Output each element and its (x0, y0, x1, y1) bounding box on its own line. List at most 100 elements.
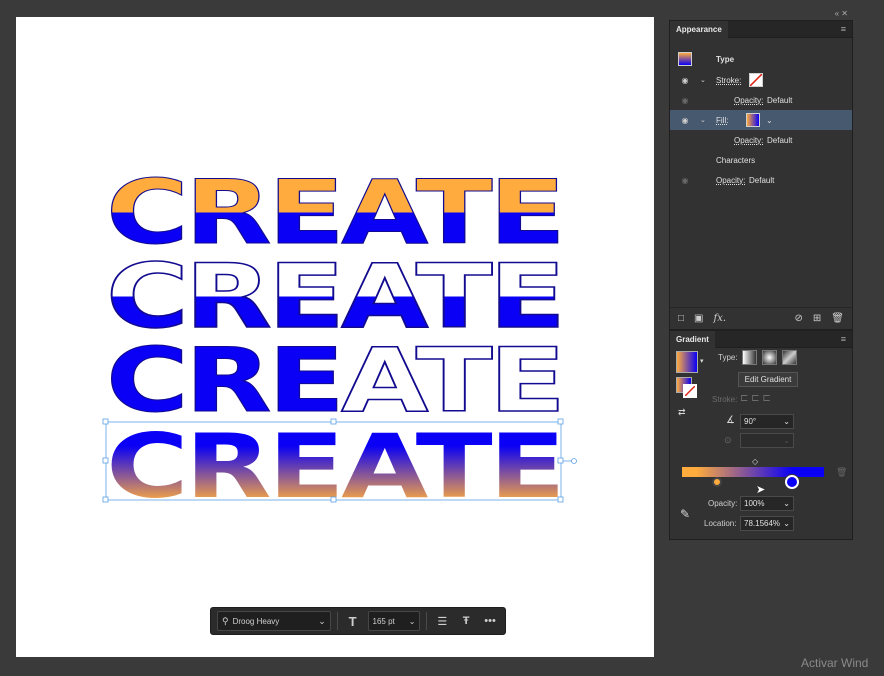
activation-watermark: Activar Wind (801, 656, 869, 670)
divider (336, 612, 338, 630)
opacity-label[interactable]: Opacity: (716, 176, 745, 185)
appearance-bottom-toolbar: □ ▣ fx. ⊘ ⊞ 🗑 (670, 307, 852, 329)
selection-handle[interactable] (330, 418, 337, 425)
fx-icon[interactable]: fx. (714, 313, 727, 324)
chevron-down-icon[interactable]: ⌄ (700, 116, 706, 124)
create-row-2: CREATE (106, 245, 562, 348)
selection-handle[interactable] (557, 457, 564, 464)
trash-icon[interactable]: 🗑 (836, 467, 847, 478)
reverse-gradient-icon[interactable]: ⇄ (678, 407, 686, 418)
opacity-value: 100% (744, 499, 765, 508)
selection-handle[interactable] (557, 496, 564, 503)
trash-icon[interactable]: 🗑 (831, 313, 844, 324)
font-family-value: Droog Heavy (232, 616, 280, 626)
eyedropper-icon[interactable]: ✎ (680, 507, 690, 521)
aspect-ratio-icon: ⊙ (724, 435, 732, 445)
aspect-ratio-field[interactable]: ⌄ (740, 433, 794, 448)
appearance-opacity-row[interactable]: ◉ Opacity: Default (670, 170, 852, 190)
chevron-down-icon[interactable]: ⌄ (318, 616, 326, 627)
tab-gradient[interactable]: Gradient (670, 330, 715, 348)
collapse-close-icons[interactable]: « ✕ (835, 9, 848, 18)
appearance-fill-opacity-row[interactable]: Opacity: Default (670, 130, 852, 150)
appearance-panel: Appearance ≡ « ✕ Type ◉ ⌄ Stroke: ◉ Opac… (669, 9, 853, 330)
rotate-handle[interactable] (571, 458, 577, 464)
panel-menu-icon[interactable]: ≡ (841, 24, 846, 34)
search-icon: ⚲ (222, 615, 229, 626)
create-artwork[interactable]: CREATE CREATE CREATE CREATE CREATE (16, 17, 654, 657)
angle-icon: ∡ (726, 415, 735, 426)
characters-label[interactable]: Characters (716, 156, 755, 165)
add-stroke-icon[interactable]: □ (678, 313, 684, 324)
gradient-slider[interactable] (682, 467, 824, 477)
freeform-gradient-button[interactable] (782, 350, 797, 365)
panel-menu-icon[interactable]: ≡ (841, 334, 846, 344)
artboard[interactable]: CREATE CREATE CREATE CREATE CREATE (16, 17, 654, 657)
fill-opacity-value: Default (767, 135, 793, 145)
chevron-down-icon[interactable]: ⌄ (783, 436, 790, 445)
appearance-tab-bar: Appearance ≡ (670, 20, 852, 38)
appearance-fill-row[interactable]: ◉ ⌄ Fill: ⌄ (670, 110, 852, 130)
chevron-down-icon[interactable]: ⌄ (783, 417, 790, 426)
location-field[interactable]: 78.1564% ⌄ (740, 516, 794, 531)
add-fill-icon[interactable]: ▣ (694, 313, 703, 324)
chevron-down-icon[interactable]: ▾ (700, 357, 704, 365)
selection-handle[interactable] (102, 418, 109, 425)
font-size-field[interactable]: 165 pt ⌄ (367, 611, 421, 631)
selection-handle[interactable] (102, 496, 109, 503)
tab-appearance[interactable]: Appearance (670, 20, 728, 38)
angle-field[interactable]: 90° ⌄ (740, 414, 794, 429)
cursor-pointer-icon: ➤ (756, 484, 766, 496)
stroke-opacity-value: Default (767, 95, 793, 105)
edit-gradient-button[interactable]: Edit Gradient (738, 372, 798, 387)
opacity-value: Default (749, 175, 775, 185)
visibility-eye-icon[interactable]: ◉ (679, 96, 691, 105)
appearance-stroke-opacity-row[interactable]: ◉ Opacity: Default (670, 90, 852, 110)
contextual-task-bar: ⚲ Droog Heavy ⌄ T 165 pt ⌄ ☰ Ŧ ••• (210, 607, 506, 635)
gradient-preview-swatch[interactable] (676, 351, 698, 373)
fill-opacity-label[interactable]: Opacity: (734, 136, 763, 145)
duplicate-item-icon[interactable]: ⊞ (813, 313, 821, 324)
appearance-type-row[interactable]: Type (670, 49, 852, 69)
radial-gradient-button[interactable] (762, 350, 777, 365)
visibility-eye-icon[interactable]: ◉ (679, 76, 691, 85)
fill-label[interactable]: Fill: (716, 116, 728, 125)
chevron-down-icon[interactable]: ⌄ (783, 499, 790, 508)
none-slash-icon (684, 385, 696, 397)
linear-gradient-button[interactable] (742, 350, 757, 365)
chevron-down-icon[interactable]: ⌄ (409, 617, 416, 626)
divider (426, 612, 428, 630)
chevron-down-icon[interactable]: ⌄ (783, 519, 790, 528)
appearance-characters-row[interactable]: Characters (670, 150, 852, 170)
create-row-4: CREATE (106, 415, 562, 518)
stroke-label[interactable]: Stroke: (716, 76, 741, 85)
paragraph-icon[interactable]: ☰ (433, 611, 451, 631)
selection-handle[interactable] (557, 418, 564, 425)
more-icon[interactable]: ••• (481, 611, 499, 631)
angle-value: 90° (744, 417, 757, 426)
visibility-eye-icon[interactable]: ◉ (679, 176, 691, 185)
stroke-none-swatch[interactable] (749, 73, 763, 87)
selection-handle[interactable] (330, 496, 337, 503)
opacity-field[interactable]: 100% ⌄ (740, 496, 794, 511)
type-options-icon[interactable]: Ŧ (457, 611, 475, 631)
opacity-label: Opacity: (708, 499, 738, 508)
stroke-none-swatch[interactable] (683, 384, 697, 398)
gradient-end-stop[interactable] (785, 475, 799, 489)
chevron-down-icon[interactable]: ⌄ (700, 76, 706, 84)
stroke-opacity-label[interactable]: Opacity: (734, 96, 763, 105)
gradient-start-stop[interactable] (712, 477, 722, 487)
gradient-tab-bar: Gradient ≡ (670, 330, 852, 348)
location-value: 78.1564% (744, 519, 781, 528)
visibility-eye-icon[interactable]: ◉ (679, 116, 691, 125)
type-thumbnail (678, 52, 692, 66)
appearance-stroke-row[interactable]: ◉ ⌄ Stroke: (670, 70, 852, 90)
type-label: Type (716, 54, 735, 64)
selection-handle[interactable] (102, 457, 109, 464)
midpoint-diamond-icon[interactable]: ◇ (752, 457, 758, 466)
chevron-down-icon[interactable]: ⌄ (766, 116, 773, 125)
clear-appearance-icon[interactable]: ⊘ (795, 313, 803, 324)
font-family-field[interactable]: ⚲ Droog Heavy ⌄ (217, 611, 331, 631)
type-label: Type: (718, 353, 738, 362)
fill-gradient-swatch[interactable] (746, 113, 760, 127)
font-size-value: 165 pt (372, 616, 395, 626)
